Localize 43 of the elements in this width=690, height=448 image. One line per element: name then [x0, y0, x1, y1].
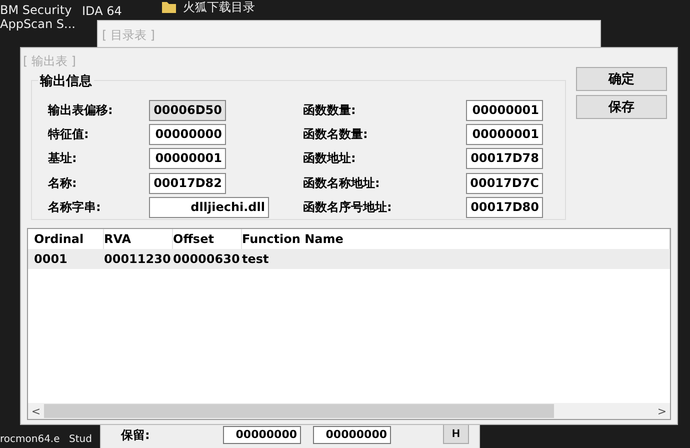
value-field[interactable]: 00000001: [466, 100, 543, 121]
desktop-icon-label[interactable]: 火狐下载目录: [183, 0, 255, 14]
scroll-left-button[interactable]: <: [28, 404, 44, 418]
h-button[interactable]: H: [443, 424, 469, 444]
field-label: 函数名称地址:: [303, 174, 381, 192]
table-row[interactable]: 0001 00011230 00000630 test: [28, 249, 670, 269]
table-cell-text: 0001: [34, 252, 68, 266]
desktop-icon-label[interactable]: Stud: [69, 434, 92, 446]
field-label: 函数名序号地址:: [303, 199, 393, 216]
field-label: 基址:: [48, 150, 78, 168]
value-field[interactable]: 00017D80: [466, 197, 543, 218]
value-field[interactable]: 00000000: [313, 426, 391, 444]
field-label: 函数名数量:: [303, 126, 369, 144]
field-label: 输出表偏移:: [48, 102, 114, 119]
value-field[interactable]: 00017D82: [149, 172, 226, 194]
field-label: 名称字串:: [48, 199, 102, 216]
value-field[interactable]: 00000001: [466, 124, 543, 146]
desktop-icon-label[interactable]: IDA 64: [82, 4, 122, 18]
table-cell-text: 00011230: [104, 252, 172, 266]
ok-button[interactable]: 确定: [576, 67, 667, 91]
table-cell-text: test: [242, 252, 270, 266]
value-field[interactable]: dlljiechi.dll: [149, 197, 269, 218]
field-label: 函数地址:: [303, 150, 357, 168]
scroll-right-button[interactable]: >: [654, 404, 670, 418]
folder-icon[interactable]: [162, 1, 176, 13]
table-cell-text: 00000630: [173, 252, 241, 266]
window-title: [ 输出表 ]: [23, 53, 76, 70]
group-title: 输出信息: [38, 72, 94, 90]
desktop-icon-label[interactable]: BM Security AppScan S...: [0, 3, 76, 31]
value-field[interactable]: 00017D7C: [466, 172, 543, 194]
value-field[interactable]: 00000000: [223, 426, 301, 444]
field-label: 特征值:: [48, 126, 90, 144]
save-button[interactable]: 保存: [576, 95, 667, 119]
desktop-icon-label[interactable]: rocmon64.e: [0, 434, 60, 446]
value-field[interactable]: 00017D78: [466, 148, 543, 170]
value-field[interactable]: 00000001: [149, 148, 226, 170]
field-label: 名称:: [48, 174, 78, 192]
field-label: 保留:: [121, 427, 151, 444]
field-label: 函数数量:: [303, 102, 357, 119]
window-title: [ 目录表 ]: [102, 27, 155, 44]
value-field[interactable]: 00006D50: [149, 100, 226, 121]
value-field[interactable]: 00000000: [149, 124, 226, 146]
scroll-thumb[interactable]: [44, 404, 554, 418]
